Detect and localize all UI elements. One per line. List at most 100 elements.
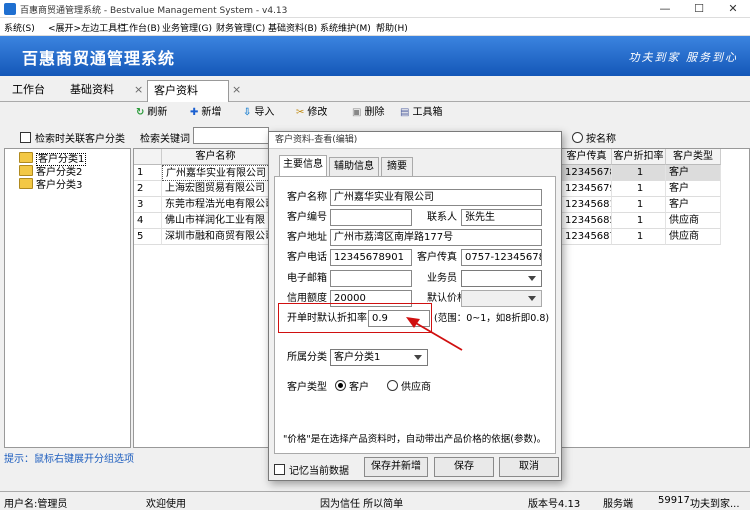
salesman-label: 业务员	[427, 273, 457, 284]
tree-node-category-3[interactable]: 客户分类3	[19, 178, 82, 191]
tab-customer-label: 客户资料	[154, 84, 198, 97]
menu-workbench[interactable]: 工作台(B)	[120, 21, 160, 34]
tab-basic-data[interactable]: 基础资料	[70, 80, 114, 102]
toolbox-button[interactable]: ▤ 工具箱	[400, 105, 442, 121]
tab-customer-data[interactable]: 客户资料	[147, 80, 229, 102]
tab-close-icon[interactable]: ×	[134, 80, 143, 102]
fax-label: 客户传真	[417, 252, 457, 263]
row-index: 4	[134, 213, 162, 229]
checkbox-icon	[20, 132, 31, 143]
close-button[interactable]: ✕	[716, 0, 750, 18]
customer-type-cell: 客户	[666, 165, 721, 181]
banner-slogan: 功夫到家 服务到心	[628, 51, 738, 64]
name-label: 客户名称	[287, 192, 327, 203]
save-button[interactable]: 保存	[434, 457, 494, 477]
default-price-select[interactable]	[461, 290, 542, 307]
import-icon: ⇩	[243, 107, 252, 118]
code-label: 客户编号	[287, 212, 327, 223]
edit-label: 修改	[307, 107, 328, 118]
toolbox-icon: ▤	[400, 107, 410, 118]
column-header-type[interactable]: 客户类型	[666, 149, 721, 165]
row-index: 1	[134, 165, 162, 181]
status-version: 版本号4.13	[528, 499, 581, 510]
category-tree: 客户分类1 客户分类2 客户分类3	[4, 148, 131, 448]
title-bar: 百惠商贸通管理系统 - Bestvalue Management System …	[0, 0, 750, 18]
price-note: "价格"是在选择产品资料时，自动带出产品价格的依据(参数)。	[283, 434, 547, 445]
customer-name-cell: 上海宏图贸易有限公司	[162, 181, 270, 197]
customer-type-cell: 客户	[666, 197, 721, 213]
menu-finance[interactable]: 财务管理(C)	[216, 21, 265, 34]
contact-input[interactable]: 张先生	[461, 209, 542, 226]
menu-basic-data[interactable]: 基础资料(B)	[268, 21, 317, 34]
radio-selected-icon	[335, 380, 346, 391]
add-button[interactable]: ✚ 新增	[190, 105, 221, 121]
fax-input[interactable]: 0757-12345678	[461, 249, 542, 266]
customer-type-cell: 供应商	[666, 213, 721, 229]
customer-fax-cell: 12345687	[562, 229, 612, 245]
delete-label: 删除	[364, 107, 385, 118]
column-header-discount[interactable]: 客户折扣率	[612, 149, 666, 165]
type-supplier-radio[interactable]: 供应商	[387, 380, 431, 396]
type-label: 客户类型	[287, 382, 327, 393]
remember-data-option[interactable]: 记忆当前数据	[274, 462, 349, 477]
tree-node-category-1[interactable]: 客户分类1	[19, 152, 87, 166]
tree-node-category-2[interactable]: 客户分类2	[19, 165, 82, 178]
app-banner: 百惠商贸通管理系统 功夫到家 服务到心	[0, 36, 750, 76]
search-by-name-option[interactable]: 按名称	[572, 130, 616, 145]
customer-name-cell: 广州嘉华实业有限公司	[162, 165, 270, 181]
cancel-button[interactable]: 取消	[499, 457, 559, 477]
customer-fax-cell: 12345679	[562, 181, 612, 197]
import-button[interactable]: ⇩ 导入	[243, 105, 274, 121]
tab-close-icon[interactable]: ×	[232, 80, 241, 102]
menu-business[interactable]: 业务管理(G)	[162, 21, 212, 34]
customer-name-input[interactable]: 广州嘉华实业有限公司	[330, 189, 542, 206]
customer-fax-cell: 12345681	[562, 197, 612, 213]
refresh-button[interactable]: ↻ 刷新	[136, 105, 167, 121]
edit-button[interactable]: ✂ 修改	[296, 105, 327, 121]
email-label: 电子邮箱	[287, 273, 327, 284]
tab-aux-info[interactable]: 辅助信息	[329, 157, 379, 176]
salesman-select[interactable]	[461, 270, 542, 287]
folder-icon	[19, 178, 33, 189]
customer-discount-cell: 1	[612, 181, 666, 197]
column-header-index	[134, 149, 162, 165]
customer-code-input[interactable]	[330, 209, 412, 226]
column-header-name[interactable]: 客户名称	[162, 149, 270, 165]
tab-workbench[interactable]: 工作台	[12, 80, 45, 102]
tab-main-info[interactable]: 主要信息	[279, 155, 327, 176]
customer-type-cell: 客户	[666, 181, 721, 197]
status-slogan: 功夫到家...	[690, 499, 740, 510]
type-customer-radio[interactable]: 客户	[335, 380, 369, 396]
maximize-button[interactable]: ☐	[682, 0, 716, 18]
customer-discount-cell: 1	[612, 165, 666, 181]
customer-name-cell: 深圳市融和商贸有限公司	[162, 229, 270, 245]
add-label: 新增	[201, 107, 222, 118]
category-label: 所属分类	[287, 352, 327, 363]
banner-title: 百惠商贸通管理系统	[22, 49, 176, 68]
address-input[interactable]: 广州市荔湾区南岸路177号	[330, 229, 542, 246]
type-supplier-label: 供应商	[401, 382, 431, 393]
folder-icon	[19, 152, 33, 163]
radio-icon	[572, 132, 583, 143]
column-header-fax[interactable]: 客户传真	[562, 149, 612, 165]
save-and-new-button[interactable]: 保存并新增	[364, 457, 428, 477]
tab-summary[interactable]: 摘要	[381, 157, 413, 176]
type-customer-label: 客户	[349, 382, 369, 393]
status-bar: 用户名:管理员 欢迎使用 因为信任 所以简单 版本号4.13 服务端 59917…	[0, 491, 750, 510]
annotation-arrow	[406, 317, 463, 351]
phone-label: 客户电话	[287, 252, 327, 263]
customer-discount-cell: 1	[612, 229, 666, 245]
minimize-button[interactable]: —	[648, 0, 682, 18]
hint-text: 提示：鼠标右键展开分组选项	[4, 454, 134, 465]
link-category-option[interactable]: 检索时关联客户分类	[20, 130, 125, 145]
checkbox-icon	[274, 464, 285, 475]
email-input[interactable]	[330, 270, 412, 287]
menu-help[interactable]: 帮助(H)	[376, 21, 408, 34]
menu-system[interactable]: 系统(S)	[4, 21, 35, 34]
delete-button[interactable]: ▣ 删除	[352, 105, 384, 121]
dialog-title: 客户资料-查看(编辑)	[269, 132, 561, 149]
menu-expand-toolbar[interactable]: <展开>左边工具栏	[48, 21, 126, 34]
phone-input[interactable]: 12345678901	[330, 249, 412, 266]
menu-maintenance[interactable]: 系统维护(M)	[320, 21, 371, 34]
search-input[interactable]	[193, 127, 269, 144]
